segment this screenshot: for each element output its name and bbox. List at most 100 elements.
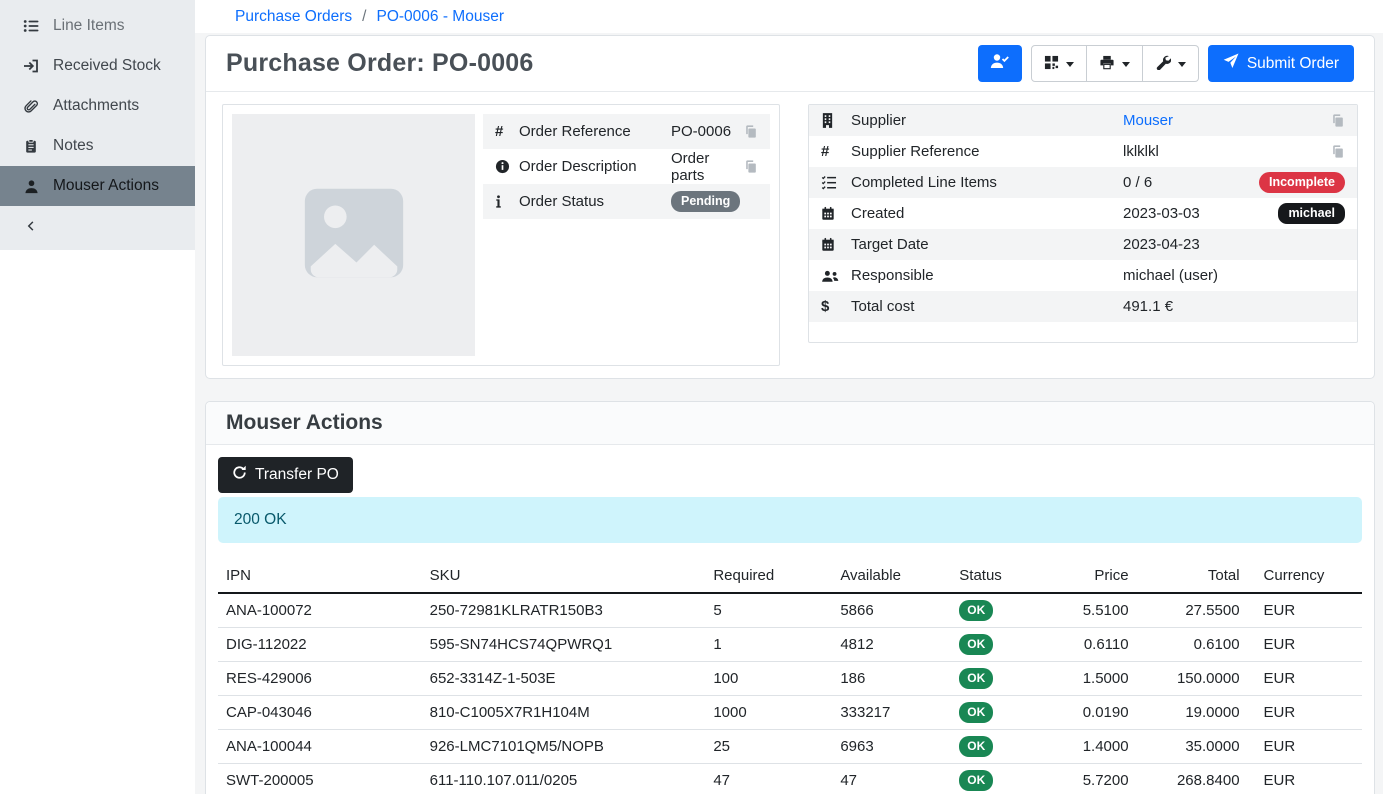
- table-row: RES-429006 652-3314Z-1-503E 100 186 OK 1…: [218, 662, 1362, 696]
- qrcode-icon: [1044, 55, 1059, 73]
- cell-total: 27.5500: [1137, 593, 1248, 628]
- detail-value: 2023-04-23: [1123, 236, 1345, 253]
- list-icon: [22, 18, 40, 34]
- table-row: SWT-200005 611-110.107.011/0205 47 47 OK…: [218, 764, 1362, 794]
- user-check-icon: [990, 53, 1010, 74]
- transfer-po-button[interactable]: Transfer PO: [218, 457, 353, 493]
- cell-currency: EUR: [1248, 696, 1362, 730]
- header-actions: Submit Order: [978, 45, 1354, 82]
- supplier-link[interactable]: Mouser: [1123, 112, 1173, 129]
- cell-sku: 611-110.107.011/0205: [422, 764, 706, 794]
- dollar-icon: $: [821, 298, 851, 315]
- detail-label: Supplier: [851, 112, 1123, 129]
- cell-total: 35.0000: [1137, 730, 1248, 764]
- sidebar: Line Items Received Stock Attachments No…: [0, 0, 195, 794]
- detail-value: lklklkl: [1123, 143, 1331, 160]
- column-header-ipn: IPN: [218, 562, 422, 593]
- cell-price: 0.0190: [1047, 696, 1136, 730]
- purchase-order-header: Purchase Order: PO-0006: [206, 36, 1374, 92]
- sidebar-item-attachments[interactable]: Attachments: [0, 86, 195, 126]
- cell-status: OK: [951, 764, 1047, 794]
- hash-icon: #: [495, 123, 519, 140]
- detail-value: michael (user): [1123, 267, 1345, 284]
- table-header-row: IPN SKU Required Available Status Price …: [218, 562, 1362, 593]
- refresh-icon: [232, 465, 247, 485]
- breadcrumb-link-current-order[interactable]: PO-0006 - Mouser: [376, 8, 504, 26]
- sidebar-item-notes[interactable]: Notes: [0, 126, 195, 166]
- mouser-actions-card: Mouser Actions Transfer PO 200 OK: [205, 401, 1375, 794]
- sidebar-item-label: Mouser Actions: [53, 177, 159, 195]
- list-check-icon: [821, 175, 851, 190]
- cell-total: 19.0000: [1137, 696, 1248, 730]
- order-info-table: # Order Reference PO-0006 Order Descri: [483, 114, 770, 356]
- order-details: # Order Reference PO-0006 Order Descri: [206, 92, 1374, 378]
- cell-available: 186: [832, 662, 951, 696]
- cell-price: 1.4000: [1047, 730, 1136, 764]
- breadcrumb-separator: /: [362, 8, 366, 26]
- mouser-actions-header: Mouser Actions: [206, 402, 1374, 445]
- status-ok-badge: OK: [959, 770, 993, 791]
- cell-currency: EUR: [1248, 662, 1362, 696]
- detail-row-completed-line-items: Completed Line Items 0 / 6 Incomplete: [809, 167, 1357, 198]
- cell-price: 1.5000: [1047, 662, 1136, 696]
- sidebar-collapse-button[interactable]: [0, 206, 195, 246]
- order-actions-button[interactable]: [1143, 45, 1199, 82]
- table-row: CAP-043046 810-C1005X7R1H104M 1000 33321…: [218, 696, 1362, 730]
- wrench-icon: [1155, 54, 1171, 73]
- barcode-actions-button[interactable]: [1031, 45, 1087, 82]
- cell-total: 0.6100: [1137, 628, 1248, 662]
- detail-row-supplier-reference: # Supplier Reference lklklkl: [809, 136, 1357, 167]
- detail-value: 0 / 6: [1123, 174, 1259, 191]
- submit-order-button[interactable]: Submit Order: [1208, 45, 1354, 82]
- cell-status: OK: [951, 593, 1047, 628]
- table-row: ANA-100044 926-LMC7101QM5/NOPB 25 6963 O…: [218, 730, 1362, 764]
- cell-required: 1: [705, 628, 832, 662]
- detail-row-order-description: Order Description Order parts: [483, 149, 770, 184]
- detail-row-order-status: Order Status Pending: [483, 184, 770, 219]
- order-info-panel: # Order Reference PO-0006 Order Descri: [222, 104, 780, 366]
- detail-label: Supplier Reference: [851, 143, 1123, 160]
- column-header-sku: SKU: [422, 562, 706, 593]
- incomplete-badge: Incomplete: [1259, 172, 1345, 194]
- print-actions-button[interactable]: [1087, 45, 1143, 82]
- copy-icon[interactable]: [744, 124, 758, 139]
- detail-value: Pending: [671, 191, 758, 213]
- cell-sku: 652-3314Z-1-503E: [422, 662, 706, 696]
- detail-row-target-date: Target Date 2023-04-23: [809, 229, 1357, 260]
- copy-icon[interactable]: [1331, 144, 1345, 159]
- sidebar-item-mouser-actions[interactable]: Mouser Actions: [0, 166, 195, 206]
- copy-icon[interactable]: [1331, 113, 1345, 128]
- cell-required: 25: [705, 730, 832, 764]
- detail-row-total-cost: $ Total cost 491.1 €: [809, 291, 1357, 322]
- cell-required: 1000: [705, 696, 832, 730]
- hash-icon: #: [821, 143, 851, 160]
- part-image-placeholder[interactable]: [232, 114, 475, 356]
- detail-value: 491.1 €: [1123, 298, 1345, 315]
- status-ok-badge: OK: [959, 600, 993, 621]
- breadcrumb-link-purchase-orders[interactable]: Purchase Orders: [235, 8, 352, 26]
- cell-currency: EUR: [1248, 628, 1362, 662]
- cell-ipn: SWT-200005: [218, 764, 422, 794]
- sidebar-item-line-items[interactable]: Line Items: [0, 6, 195, 46]
- detail-label: Total cost: [851, 298, 1123, 315]
- cell-ipn: ANA-100044: [218, 730, 422, 764]
- cell-available: 47: [832, 764, 951, 794]
- created-by-badge: michael: [1278, 203, 1345, 225]
- column-header-required: Required: [705, 562, 832, 593]
- printer-icon: [1099, 55, 1115, 73]
- detail-value: PO-0006: [671, 123, 744, 140]
- user-roles-button[interactable]: [978, 45, 1022, 82]
- chevron-down-icon: [1178, 62, 1186, 67]
- supplier-info-panel: Supplier Mouser # Supplier Reference lkl…: [808, 104, 1358, 343]
- table-row: ANA-100072 250-72981KLRATR150B3 5 5866 O…: [218, 593, 1362, 628]
- info-icon: [495, 194, 519, 209]
- cell-price: 5.7200: [1047, 764, 1136, 794]
- chevron-down-icon: [1066, 62, 1074, 67]
- cell-status: OK: [951, 730, 1047, 764]
- status-alert: 200 OK: [218, 497, 1362, 543]
- cell-currency: EUR: [1248, 730, 1362, 764]
- sidebar-item-received-stock[interactable]: Received Stock: [0, 46, 195, 86]
- detail-label: Order Status: [519, 193, 671, 210]
- breadcrumb: Purchase Orders / PO-0006 - Mouser: [195, 0, 1383, 33]
- copy-icon[interactable]: [744, 159, 758, 174]
